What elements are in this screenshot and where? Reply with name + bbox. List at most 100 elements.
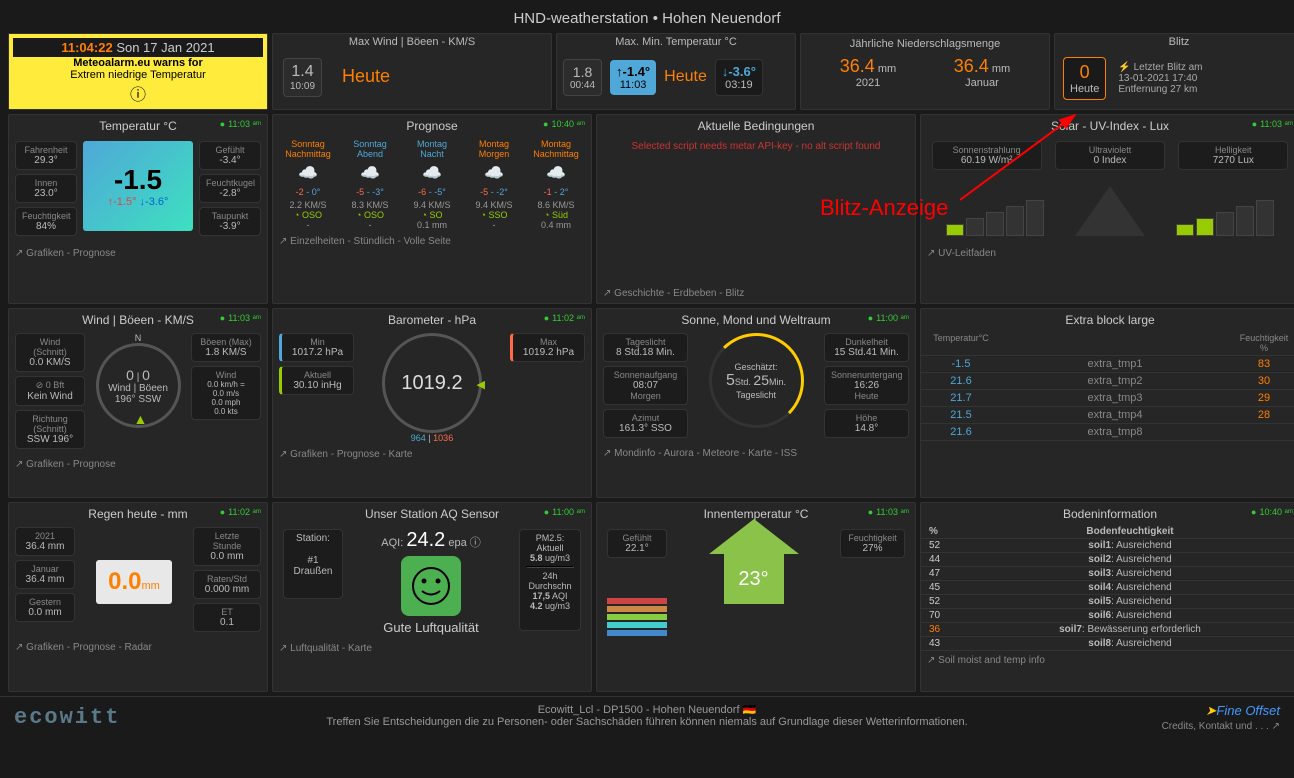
link-icon: ↗ (279, 236, 287, 247)
info-icon[interactable]: ⓘ (13, 81, 263, 105)
top-wind-title: Max Wind | Böeen - KM/S (273, 36, 551, 48)
gefuehlt-v: -3.4° (206, 155, 254, 166)
solar-links[interactable]: UV-Leitfaden (938, 248, 996, 259)
sun-gauge: Geschätzt:5Std. 25Min.Tageslicht (709, 333, 804, 428)
aq-durch: Durchschn (526, 581, 574, 591)
aktuelle-error: Selected script needs metar API-key - no… (597, 137, 915, 156)
temp-lo: ↓-3.6° (722, 64, 756, 79)
temp-links[interactable]: Grafiken - Prognose (26, 248, 116, 259)
boden-h2: Bodenfeuchtigkeit (969, 526, 1291, 537)
azimut-v: 161.3° SSO (610, 423, 681, 434)
wind-dial-wl: Wind (108, 383, 131, 394)
blitz-last1: Letzter Blitz am (1134, 62, 1203, 73)
baro-min-lbl: Min (288, 337, 347, 347)
sun-tl: Tageslicht (736, 390, 776, 400)
fahrenheit-lbl: Fahrenheit (22, 145, 70, 155)
aq-num: #1 (290, 555, 336, 566)
boden-ts: 10:40 ᵃᵐ (1251, 507, 1293, 517)
link-icon: ↗ (15, 642, 23, 653)
gust-lbl: Böeen (Max) (198, 337, 254, 347)
ret-v: 0.1 (200, 617, 254, 628)
ug2: ug/m3 (545, 601, 570, 611)
rain-year-v2: 36.4 (954, 56, 989, 76)
hell-lbl: Helligkeit (1185, 145, 1281, 155)
aqi-v: 24.2 (406, 529, 445, 551)
page-title: HND-weatherstation • Hohen Neuendorf (0, 0, 1294, 33)
sun-links[interactable]: Mondinfo - Aurora - Meteore - Karte - IS… (614, 448, 797, 459)
wind-richtung-v: SSW 196° (22, 434, 78, 445)
fahrenheit-v: 29.3° (22, 155, 70, 166)
rain-y2: Januar (954, 77, 1010, 89)
sun-card: Sonne, Mond und Weltraum 11:00 ᵃᵐ Tagesl… (596, 308, 916, 498)
wind-gauge: 0 | 0Wind | Böeen196° SSW ▲ (96, 343, 181, 428)
temp-max: 1.8 (570, 64, 595, 80)
top-temp-title: Max. Min. Temperatur °C (557, 36, 795, 48)
aktuelle-links[interactable]: Geschichte - Erdbeben - Blitz (614, 288, 744, 299)
rain-display: 0.0mm (96, 560, 172, 604)
temp-hi-arrow: ↑-1.5° (108, 196, 137, 208)
ret-lbl: ET (200, 607, 254, 617)
link-icon: ↗ (603, 288, 611, 299)
aq-links[interactable]: Luftqualität - Karte (290, 643, 372, 654)
baro-links[interactable]: Grafiken - Prognose - Karte (290, 449, 412, 460)
prognose-links[interactable]: Einzelheiten - Stündlich - Volle Seite (290, 236, 451, 247)
link-icon: ↗ (15, 459, 23, 470)
blitz-last2: 13-01-2021 17:40 (1118, 73, 1202, 84)
aqi-lbl: AQI: (381, 537, 403, 549)
hell-v: 7270 Lux (1185, 155, 1281, 166)
r2021-lbl: 2021 (22, 531, 68, 541)
rain-year-v1: 36.4 (840, 56, 875, 76)
alarm-card: 11:04:22 Son 17 Jan 2021 Meteoalarm.eu w… (8, 33, 268, 110)
wind-bft-lbl: ⊘ 0 Bft (22, 380, 78, 391)
feuchtkugel-v: -2.8° (206, 188, 254, 199)
sun-h: 5 (726, 372, 735, 389)
rraten-lbl: Raten/Std (200, 574, 254, 584)
pm24: 4.2 (530, 601, 543, 611)
regen-links[interactable]: Grafiken - Prognose - Radar (26, 642, 152, 653)
pm25-akt: Aktuell (526, 543, 574, 553)
aktuelle-title: Aktuelle Bedingungen (597, 115, 915, 137)
forecast-row: SonntagNachmittag ☁️ -2 - 0° 2.2 KM/S◔ O… (273, 137, 591, 232)
link-icon: ↗ (279, 643, 287, 654)
sun-m: 25 (753, 372, 769, 388)
sun-ts: 11:00 ᵃᵐ (868, 313, 909, 323)
wind-schnitt-v: 0.0 KM/S (22, 357, 78, 368)
aq-24h: 24h (526, 571, 574, 581)
baro-val: 1019.2 (401, 372, 462, 395)
footer-links[interactable]: Credits, Kontakt und . . . ↗ (1162, 721, 1280, 732)
info-icon[interactable]: ⓘ (470, 537, 481, 549)
wind4-lbl: Wind (198, 370, 254, 380)
temp-hi: ↑-1.4° (616, 64, 650, 79)
baro-akt-v: 30.10 inHg (288, 380, 347, 391)
baro-min-v: 1017.2 hPa (288, 347, 347, 358)
ug1: ug/m3 (545, 553, 570, 563)
temp-hi-time: 11:03 (616, 79, 650, 91)
top-wind-card: Max Wind | Böeen - KM/S 1.410:09 Heute (272, 33, 552, 110)
baro-card: Barometer - hPa 11:02 ᵃᵐ Min1017.2 hPa A… (272, 308, 592, 498)
wind-links[interactable]: Grafiken - Prognose (26, 459, 116, 470)
wind-bft-v: Kein Wind (22, 391, 78, 402)
innen-card: Innentemperatur °C 11:03 ᵃᵐ Gefühlt22.1°… (596, 502, 916, 692)
sun-est: Geschätzt: (734, 362, 777, 372)
blitz-dist: Entfernung 27 km (1118, 84, 1202, 95)
aq-loc: Draußen (290, 566, 336, 577)
wind-max-time: 10:09 (290, 81, 315, 92)
wind-arrow-icon: ▲ (134, 411, 148, 427)
link-icon: ↗ (279, 449, 287, 460)
alarm-text2: Extrem niedrige Temperatur (13, 69, 263, 81)
sonnenauf-s: Morgen (610, 391, 681, 401)
footer-line2: Treffen Sie Entscheidungen die zu Person… (6, 716, 1288, 728)
alarm-text1: Meteoalarm.eu warns for (73, 57, 203, 69)
regen-ts: 11:02 ᵃᵐ (220, 507, 261, 517)
flag-icon: 🇩🇪 (743, 704, 757, 716)
wind-dial-dir: 196° SSW (115, 394, 161, 405)
rain-unit: mm (142, 580, 160, 592)
wind-dial-bl: Böeen (139, 383, 168, 394)
boden-links[interactable]: Soil moist and temp info (938, 655, 1045, 666)
wind-dial-b: 0 (142, 367, 150, 383)
prognose-card: Prognose 10:40 ᵃᵐ SonntagNachmittag ☁️ -… (272, 114, 592, 304)
boden-card: Bodeninformation 10:40 ᵃᵐ %Bodenfeuchtig… (920, 502, 1294, 692)
tageslicht-lbl: Tageslicht (610, 337, 681, 347)
link-icon: ↗ (927, 248, 935, 259)
hoehe-v: 14.8° (831, 423, 902, 434)
